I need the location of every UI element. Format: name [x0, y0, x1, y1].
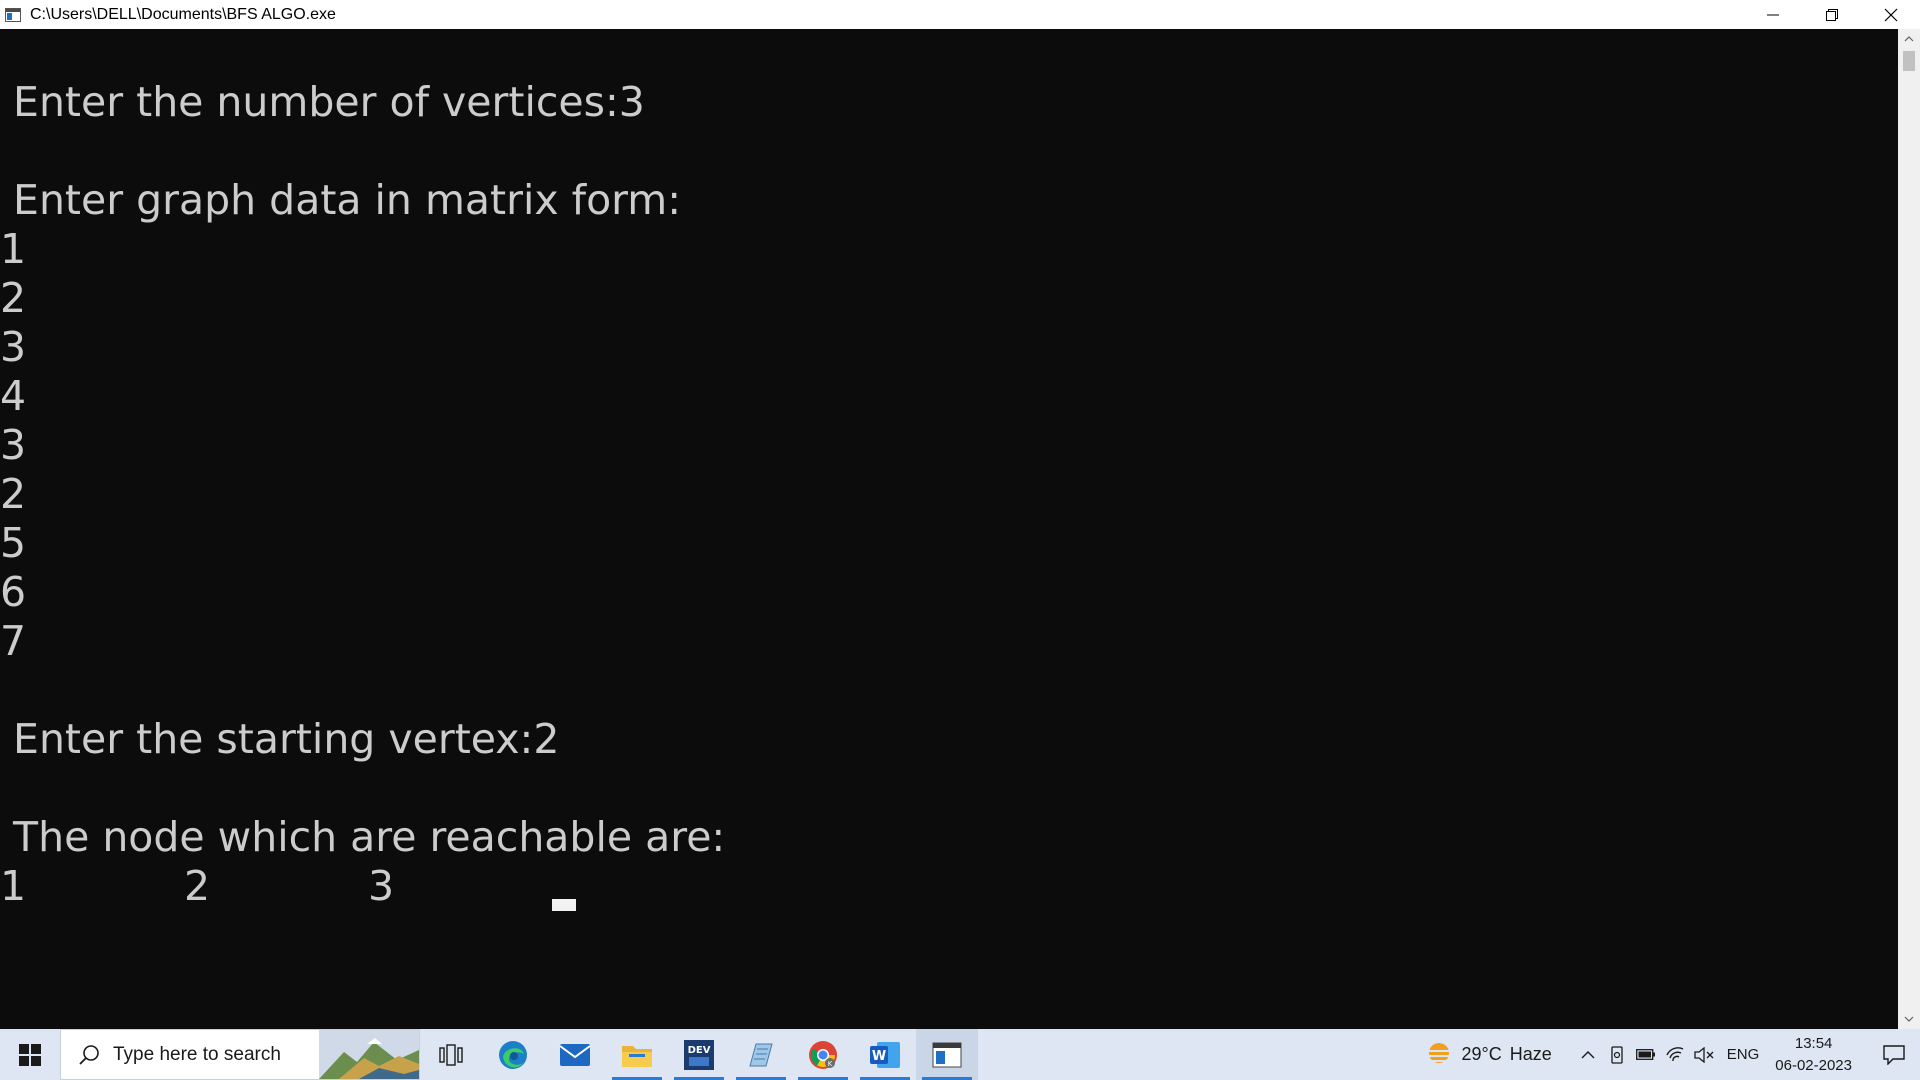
- chevron-down-icon: [1904, 1016, 1914, 1022]
- edge-icon: [499, 1040, 527, 1069]
- close-icon: [1884, 8, 1897, 21]
- taskbar-app-edge[interactable]: [482, 1029, 544, 1080]
- console-app-icon[interactable]: [4, 7, 22, 23]
- system-tray: 29°C Haze ENG 13:54 06-02-2023: [1424, 1029, 1920, 1080]
- battery-button[interactable]: [1632, 1029, 1661, 1080]
- minimize-icon: [1766, 14, 1779, 15]
- search-icon: [75, 1044, 105, 1066]
- matrix-input-line: 4: [0, 372, 27, 420]
- svg-text:K: K: [828, 1060, 833, 1068]
- svg-text:DEV: DEV: [688, 1045, 711, 1056]
- input-language-indicator[interactable]: ENG: [1727, 1046, 1760, 1063]
- notification-icon: [1883, 1044, 1905, 1065]
- vertices-prompt: Enter the number of vertices:3: [0, 78, 645, 126]
- start-vertex-prompt: Enter the starting vertex:2: [0, 715, 560, 763]
- matrix-input-line: 6: [0, 568, 27, 616]
- reachable-node: 2: [184, 862, 211, 910]
- volume-button[interactable]: [1690, 1029, 1719, 1080]
- chevron-up-icon: [1581, 1051, 1595, 1059]
- text-cursor: [552, 899, 576, 911]
- taskbar-search-box[interactable]: Type here to search: [60, 1029, 420, 1080]
- show-hidden-icons-button[interactable]: [1574, 1029, 1603, 1080]
- reachable-label: The node which are reachable are:: [0, 813, 726, 861]
- scroll-down-button[interactable]: [1898, 1009, 1920, 1029]
- taskbar-app-console[interactable]: [916, 1029, 978, 1080]
- matrix-input-line: 2: [0, 470, 27, 518]
- matrix-input-line: 3: [0, 323, 27, 371]
- console-window-icon: [932, 1042, 962, 1067]
- chevron-up-icon: [1904, 36, 1914, 42]
- notification-center-button[interactable]: [1868, 1029, 1920, 1080]
- reachable-node: 1: [0, 862, 27, 910]
- word-icon: W: [870, 1041, 900, 1068]
- matrix-input-line: 1: [0, 225, 27, 273]
- taskbar-app-chrome[interactable]: K: [792, 1029, 854, 1080]
- clock-time: 13:54: [1794, 1034, 1833, 1052]
- taskbar-app-mail[interactable]: [544, 1029, 606, 1080]
- weather-temperature: 29°C: [1461, 1044, 1502, 1064]
- search-highlight-image: [319, 1030, 419, 1079]
- taskbar-app-file-explorer[interactable]: [606, 1029, 668, 1080]
- scroll-up-button[interactable]: [1898, 29, 1920, 49]
- title-bar[interactable]: C:\Users\DELL\Documents\BFS ALGO.exe: [0, 0, 1920, 29]
- matrix-input-line: 7: [0, 617, 27, 665]
- battery-icon: [1636, 1049, 1656, 1060]
- weather-widget[interactable]: 29°C Haze: [1424, 1042, 1552, 1068]
- matrix-input-line: 2: [0, 274, 27, 322]
- minimize-button[interactable]: [1743, 0, 1802, 29]
- matrix-input-line: 3: [0, 421, 27, 469]
- console-output[interactable]: Enter the number of vertices:3 Enter gra…: [0, 29, 1898, 1029]
- taskbar-app-dev-cpp[interactable]: DEV: [668, 1029, 730, 1080]
- taskbar-app-word[interactable]: W: [854, 1029, 916, 1080]
- mail-icon: [559, 1043, 591, 1066]
- device-icon: [1611, 1045, 1623, 1064]
- weather-haze-icon: [1425, 1042, 1452, 1063]
- clock[interactable]: 13:54 06-02-2023: [1775, 1033, 1852, 1077]
- meet-now-button[interactable]: [1603, 1029, 1632, 1080]
- svg-text:W: W: [872, 1049, 886, 1064]
- taskbar-app-notepad[interactable]: [730, 1029, 792, 1080]
- scrollbar-thumb[interactable]: [1903, 51, 1915, 71]
- windows-logo-icon: [19, 1043, 41, 1066]
- chrome-icon: K: [809, 1040, 837, 1069]
- dev-cpp-icon: DEV: [684, 1039, 714, 1070]
- taskbar: Type here to search DEV K W 29°C Haze EN…: [0, 1029, 1920, 1080]
- reachable-node: 3: [368, 862, 395, 910]
- search-placeholder: Type here to search: [113, 1043, 281, 1065]
- restore-icon: [1825, 8, 1838, 21]
- close-button[interactable]: [1861, 0, 1920, 29]
- window-title: C:\Users\DELL\Documents\BFS ALGO.exe: [30, 5, 336, 23]
- window-controls: [1743, 0, 1920, 29]
- restore-button[interactable]: [1802, 0, 1861, 29]
- notepad-icon: [749, 1043, 773, 1066]
- network-button[interactable]: [1661, 1029, 1690, 1080]
- matrix-prompt: Enter graph data in matrix form:: [0, 176, 682, 224]
- clock-date: 06-02-2023: [1775, 1056, 1852, 1074]
- weather-condition: Haze: [1509, 1044, 1552, 1064]
- task-view-button[interactable]: [420, 1029, 482, 1080]
- task-view-icon: [439, 1043, 463, 1066]
- volume-muted-icon: [1694, 1046, 1714, 1063]
- matrix-input-line: 5: [0, 519, 27, 567]
- start-button[interactable]: [0, 1029, 60, 1080]
- wifi-icon: [1666, 1046, 1684, 1061]
- folder-icon: [622, 1045, 652, 1067]
- vertical-scrollbar[interactable]: [1898, 29, 1920, 1029]
